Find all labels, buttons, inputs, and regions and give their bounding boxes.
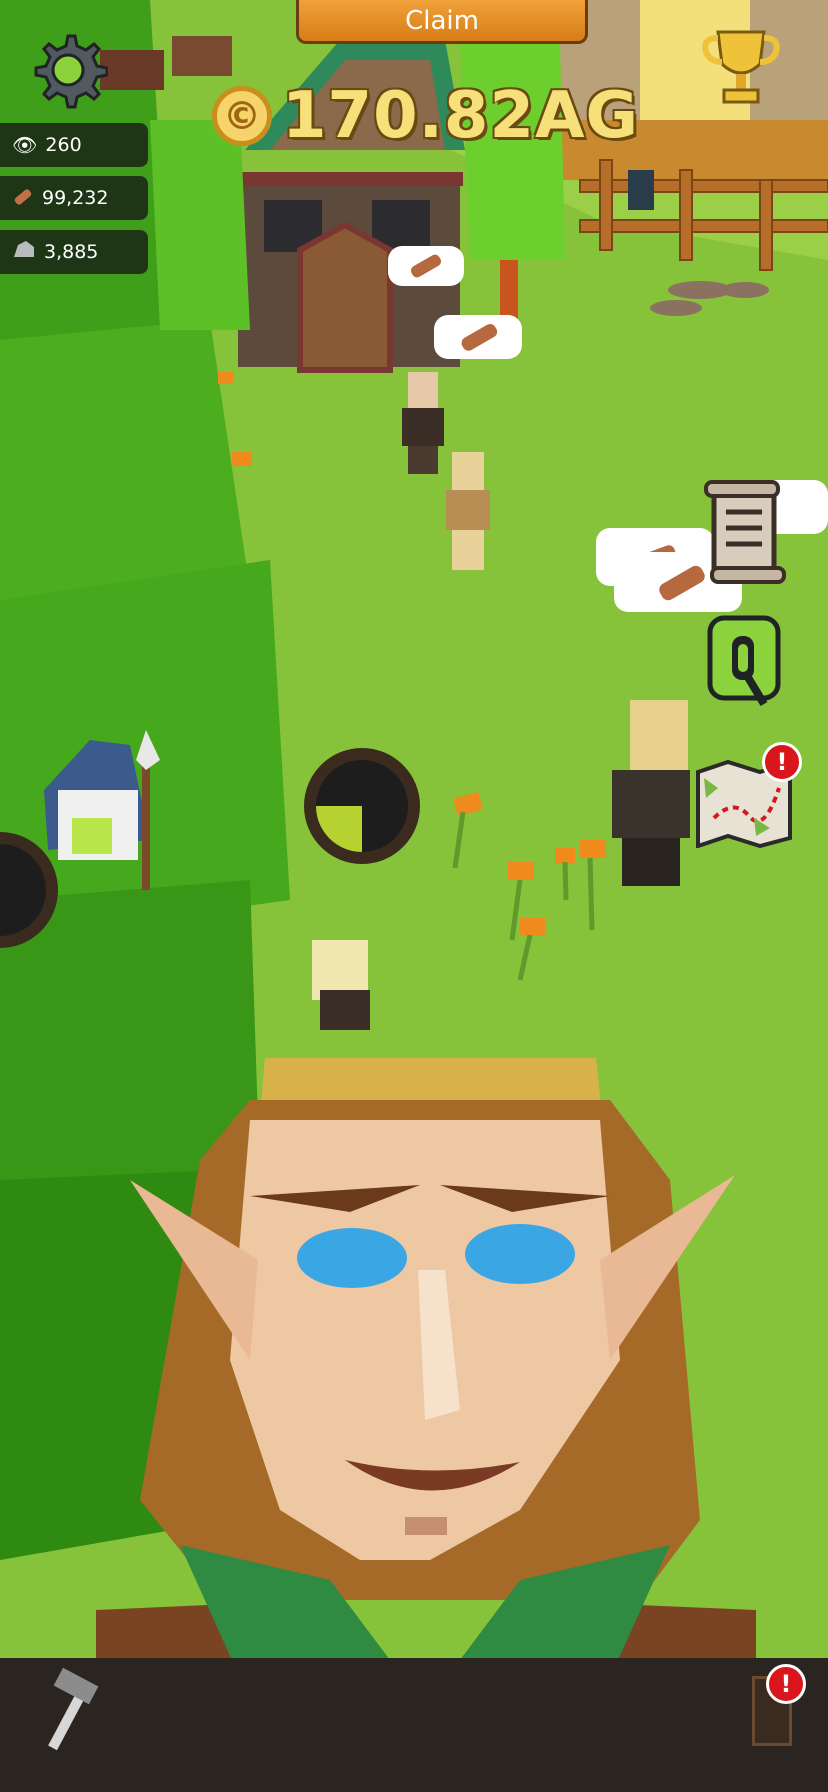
quest-button[interactable]: Q	[706, 614, 782, 710]
wood-log-icon	[12, 185, 34, 212]
coin-icon: ©	[212, 86, 272, 146]
progress-timer	[304, 748, 420, 864]
stat-stone: 3,885	[0, 230, 148, 274]
stat-viewers: 👁 260	[0, 123, 148, 167]
trophy-icon[interactable]	[700, 26, 782, 110]
elf-character-portrait	[96, 1058, 756, 1658]
stone-icon	[12, 239, 36, 266]
wood-request-bubble[interactable]	[388, 246, 464, 286]
scroll-icon[interactable]	[698, 478, 794, 586]
wood-request-bubble[interactable]	[434, 315, 522, 359]
currency-amount: 170.82AG	[282, 79, 640, 153]
bottom-toolbar	[0, 1658, 828, 1792]
stat-wood: 99,232	[0, 176, 148, 220]
map-alert-badge: !	[762, 742, 802, 782]
wizard-character[interactable]	[38, 732, 166, 892]
stat-wood-value: 99,232	[42, 187, 109, 209]
hammer-icon[interactable]	[38, 1664, 106, 1754]
currency-display: © 170.82AG	[212, 76, 639, 156]
stat-viewers-value: 260	[45, 134, 82, 156]
settings-gear-icon[interactable]	[28, 30, 109, 110]
stat-stone-value: 3,885	[44, 241, 99, 263]
alert-badge: !	[766, 1664, 806, 1704]
claim-button[interactable]: Claim	[296, 0, 588, 44]
eye-icon: 👁	[12, 133, 38, 157]
